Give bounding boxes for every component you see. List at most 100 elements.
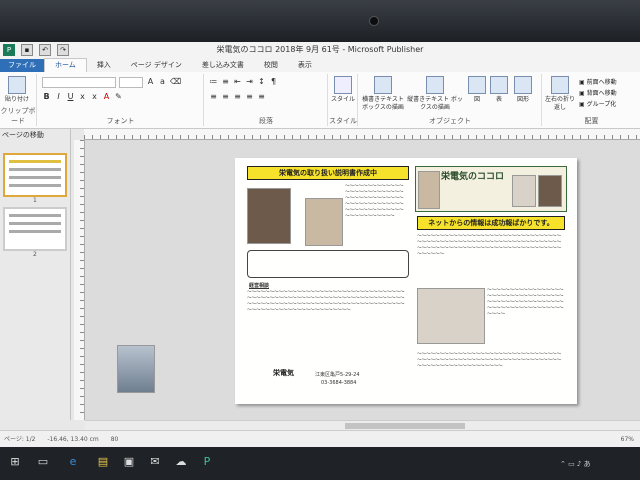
- numbering-icon[interactable]: ≡: [221, 77, 230, 86]
- tab-view[interactable]: 表示: [288, 59, 322, 72]
- tab-home[interactable]: ホーム: [44, 58, 87, 72]
- superscript-icon[interactable]: x: [90, 92, 99, 101]
- table-button[interactable]: 表: [489, 76, 509, 104]
- clear-format-icon[interactable]: ⌫: [170, 77, 181, 86]
- right-headline-banner[interactable]: ネットからの情報は成功報ばかりです。: [417, 216, 565, 230]
- right-body-text: ～～～～～～～～～～～～～～～～～～～～～～～～～～～～～～～～～～～～～～～～…: [487, 288, 564, 317]
- bring-forward-button[interactable]: ▣ 前面へ移動: [579, 77, 617, 86]
- table-label: 表: [495, 96, 502, 103]
- vertical-ruler[interactable]: [74, 140, 85, 420]
- subscript-icon[interactable]: x: [78, 92, 87, 101]
- paragraph-group: ≔ ≡ ⇤ ⇥ ↕ ¶ ≡ ≡ ≡ ≡ ≡ 段落: [205, 74, 328, 126]
- objects-group-label: オブジェクト: [429, 117, 471, 125]
- status-size: 80: [110, 436, 119, 443]
- align-right-icon[interactable]: ≡: [233, 92, 242, 101]
- italic-icon[interactable]: I: [54, 92, 63, 101]
- wrap-text-icon: [551, 76, 569, 94]
- masthead-box[interactable]: 栄電気のココロ: [415, 166, 567, 212]
- file-explorer-icon[interactable]: ▤: [96, 455, 110, 469]
- windows-start-icon[interactable]: ⊞: [8, 455, 22, 469]
- group-button[interactable]: ▣ グループ化: [579, 99, 616, 108]
- mail-icon[interactable]: ✉: [148, 455, 162, 469]
- status-page[interactable]: ページ: 1/2: [4, 436, 35, 443]
- webcam: [369, 16, 379, 26]
- footer-phone: 03-3684-3884: [321, 380, 357, 386]
- left-intro-text: ～～～～～～～～～～～～～～～～～～～～～～～～～～～～～～～～～～～～～～～～…: [345, 184, 404, 219]
- scratch-picture[interactable]: [117, 345, 155, 393]
- edge-browser-icon[interactable]: e: [66, 455, 80, 469]
- left-headline-banner[interactable]: 栄電気の取り扱い説明書作成中: [247, 166, 409, 180]
- justify-icon[interactable]: ≡: [245, 92, 254, 101]
- tab-mailings[interactable]: 差し込み文書: [192, 59, 254, 72]
- clipboard-group-label: クリップボード: [0, 107, 36, 125]
- font-group-label: フォント: [106, 117, 135, 125]
- masthead-photo-right-1: [512, 175, 536, 207]
- font-color-icon[interactable]: A: [102, 92, 111, 101]
- horizontal-ruler[interactable]: [84, 129, 640, 140]
- scratch-area[interactable]: 栄電気の取り扱い説明書作成中 ～～～～～～～～～～～～～～～～～～～～～～～～～…: [85, 140, 640, 420]
- bold-icon[interactable]: B: [42, 92, 51, 101]
- arrange-group: 左右の折り返し ▣ 前面へ移動 ▣ 背面へ移動 ▣ グループ化 配置: [543, 74, 640, 126]
- draw-text-box-button[interactable]: 横書きテキスト ボックスの描画: [361, 76, 405, 112]
- quick-access-toolbar: P ▪ ↶ ↷ 栄電気のココロ 2018年 9月 61号 - Microsoft…: [0, 42, 640, 58]
- page-navigation-pane: ページの移動 1 2: [0, 129, 71, 420]
- tab-file[interactable]: ファイル: [0, 59, 44, 72]
- bullets-icon[interactable]: ≔: [209, 77, 218, 86]
- underline-icon[interactable]: U: [66, 92, 75, 101]
- publisher-taskbar-icon[interactable]: P: [200, 455, 214, 469]
- footer-address: 江東区亀戸5-29-24: [315, 372, 360, 378]
- font-size-box[interactable]: [119, 77, 143, 88]
- system-tray[interactable]: ⌃ ▭ ♪ あ: [560, 459, 591, 469]
- draw-vertical-text-box-button[interactable]: 縦書きテキスト ボックスの描画: [407, 76, 463, 112]
- ribbon-tabs: ファイル ホーム 挿入 ページ デザイン 差し込み文書 校閲 表示: [0, 58, 640, 72]
- line-spacing-icon[interactable]: ↕: [257, 77, 266, 86]
- draw-text-box-label: 横書きテキスト ボックスの描画: [362, 96, 404, 111]
- newsletter-page[interactable]: 栄電気の取り扱い説明書作成中 ～～～～～～～～～～～～～～～～～～～～～～～～～…: [235, 158, 577, 404]
- highlight-icon[interactable]: ✎: [114, 92, 123, 101]
- page-thumbnail-1[interactable]: [3, 153, 67, 197]
- table-icon: [490, 76, 508, 94]
- distribute-icon[interactable]: ≡: [257, 92, 266, 101]
- styles-group-label: スタイル: [329, 117, 357, 125]
- left-body-text: ～～～～～～～～～～～～～～～～～～～～～～～～～～～～～～～～～～～～～～～～…: [247, 290, 405, 313]
- photos-icon[interactable]: ☁: [174, 455, 188, 469]
- grow-font-icon[interactable]: A: [146, 77, 155, 86]
- masthead-photo-left: [418, 171, 440, 209]
- monitor-bezel: [0, 0, 640, 45]
- tab-page-design[interactable]: ページ デザイン: [121, 59, 192, 72]
- status-bar: ページ: 1/2 -16.46, 13.40 cm 80 67%: [0, 430, 640, 447]
- align-left-icon[interactable]: ≡: [209, 92, 218, 101]
- font-name-box[interactable]: [42, 77, 116, 88]
- picture-label: 図: [473, 96, 480, 103]
- photo-man-smiling[interactable]: [305, 198, 343, 246]
- scrollbar-thumb[interactable]: [345, 423, 465, 429]
- indent-icon[interactable]: ⇥: [245, 77, 254, 86]
- right-lower-text: ～～～～～～～～～～～～～～～～～～～～～～～～～～～～～～～～～～～～～～～～…: [417, 352, 561, 369]
- style-button[interactable]: スタイル: [330, 76, 356, 104]
- store-icon[interactable]: ▣: [122, 455, 136, 469]
- show-marks-icon[interactable]: ¶: [269, 77, 278, 86]
- send-backward-button[interactable]: ▣ 背面へ移動: [579, 88, 617, 97]
- styles-group: スタイル スタイル: [329, 74, 358, 126]
- arrange-group-label: 配置: [584, 117, 599, 125]
- photo-man-glasses[interactable]: [247, 188, 291, 244]
- outdent-icon[interactable]: ⇤: [233, 77, 242, 86]
- publisher-window: P ▪ ↶ ↷ 栄電気のココロ 2018年 9月 61号 - Microsoft…: [0, 42, 640, 447]
- send-backward-label: 背面へ移動: [586, 90, 617, 97]
- tab-review[interactable]: 校閲: [254, 59, 288, 72]
- wrap-text-button[interactable]: 左右の折り返し: [545, 76, 575, 112]
- picture-button[interactable]: 図: [467, 76, 487, 104]
- shrink-font-icon[interactable]: a: [158, 77, 167, 86]
- zoom-level[interactable]: 67%: [621, 431, 634, 447]
- left-notice-box[interactable]: [247, 250, 409, 278]
- paste-button[interactable]: 貼り付け: [2, 76, 32, 104]
- group-label: グループ化: [586, 101, 617, 108]
- right-article-photo[interactable]: [417, 288, 485, 344]
- shapes-button[interactable]: 図形: [511, 76, 535, 104]
- align-center-icon[interactable]: ≡: [221, 92, 230, 101]
- tab-insert[interactable]: 挿入: [87, 59, 121, 72]
- paragraph-group-label: 段落: [259, 117, 273, 125]
- task-view-icon[interactable]: ▭: [36, 455, 50, 469]
- page-thumbnail-2[interactable]: [3, 207, 67, 251]
- windows-taskbar: ⊞ ▭ e ▤ ▣ ✉ ☁ P ⌃ ▭ ♪ あ: [0, 447, 640, 480]
